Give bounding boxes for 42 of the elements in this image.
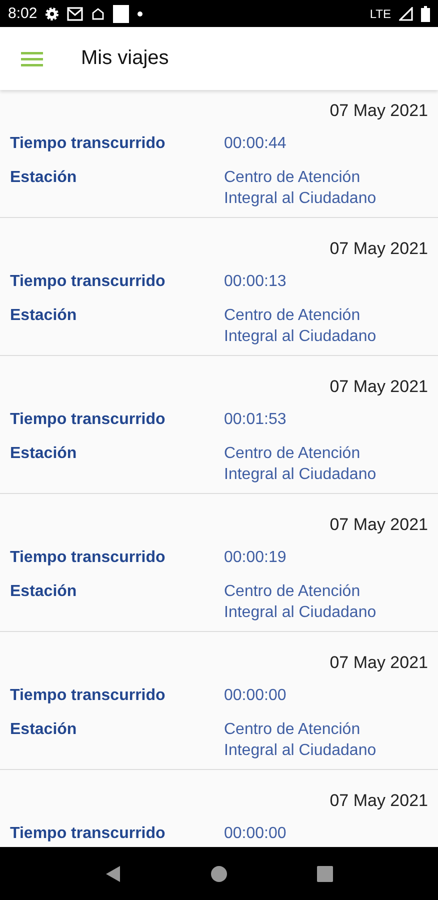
dot-icon bbox=[137, 10, 144, 16]
field-label: Estación bbox=[10, 444, 77, 464]
field-label: Tiempo transcurrido bbox=[10, 410, 166, 430]
signal-icon bbox=[399, 6, 413, 20]
home-icon[interactable] bbox=[211, 866, 227, 882]
network-type: LTE bbox=[370, 6, 391, 20]
field-label: Tiempo transcurrido bbox=[10, 134, 166, 154]
field-label: Tiempo transcurrido bbox=[10, 272, 166, 292]
trip-date: 07 May 2021 bbox=[328, 514, 428, 536]
recents-icon[interactable] bbox=[317, 866, 333, 882]
field-value: Centro de Atención Integral al Ciudadano bbox=[224, 720, 378, 761]
clock: 8:02 bbox=[8, 5, 38, 22]
square-icon bbox=[113, 4, 130, 22]
trip-date: 07 May 2021 bbox=[328, 100, 428, 122]
field-value: 00:00:19 bbox=[224, 548, 286, 568]
field-value: Centro de Atención Integral al Ciudadano bbox=[224, 582, 378, 623]
page-title: Mis viajes bbox=[81, 47, 169, 70]
field-label: Tiempo transcurrido bbox=[10, 548, 166, 568]
field-value: 00:00:00 bbox=[224, 824, 286, 844]
field-label: Estación bbox=[10, 582, 77, 602]
notification-icon bbox=[91, 6, 106, 20]
field-value: 00:00:00 bbox=[224, 686, 286, 706]
back-icon[interactable] bbox=[105, 864, 121, 882]
field-value: Centro de Atención Integral al Ciudadano bbox=[224, 444, 378, 485]
field-value: Centro de Atención Integral al Ciudadano bbox=[224, 168, 378, 209]
field-label: Estación bbox=[10, 720, 77, 740]
trip-date: 07 May 2021 bbox=[328, 238, 428, 260]
menu-icon bbox=[21, 50, 43, 66]
field-value: 00:00:13 bbox=[224, 272, 286, 292]
mail-icon bbox=[67, 6, 84, 20]
field-label: Tiempo transcurrido bbox=[10, 686, 166, 706]
field-label: Tiempo transcurrido bbox=[10, 824, 166, 844]
field-value: 00:01:53 bbox=[224, 410, 286, 430]
trip-date: 07 May 2021 bbox=[328, 790, 428, 812]
field-value: 00:00:44 bbox=[224, 134, 286, 154]
settings-icon bbox=[45, 6, 60, 20]
field-label: Estación bbox=[10, 306, 77, 326]
trip-date: 07 May 2021 bbox=[328, 652, 428, 674]
battery-icon bbox=[421, 6, 430, 22]
trip-date: 07 May 2021 bbox=[328, 376, 428, 398]
field-label: Estación bbox=[10, 168, 77, 188]
field-value: Centro de Atención Integral al Ciudadano bbox=[224, 306, 378, 347]
